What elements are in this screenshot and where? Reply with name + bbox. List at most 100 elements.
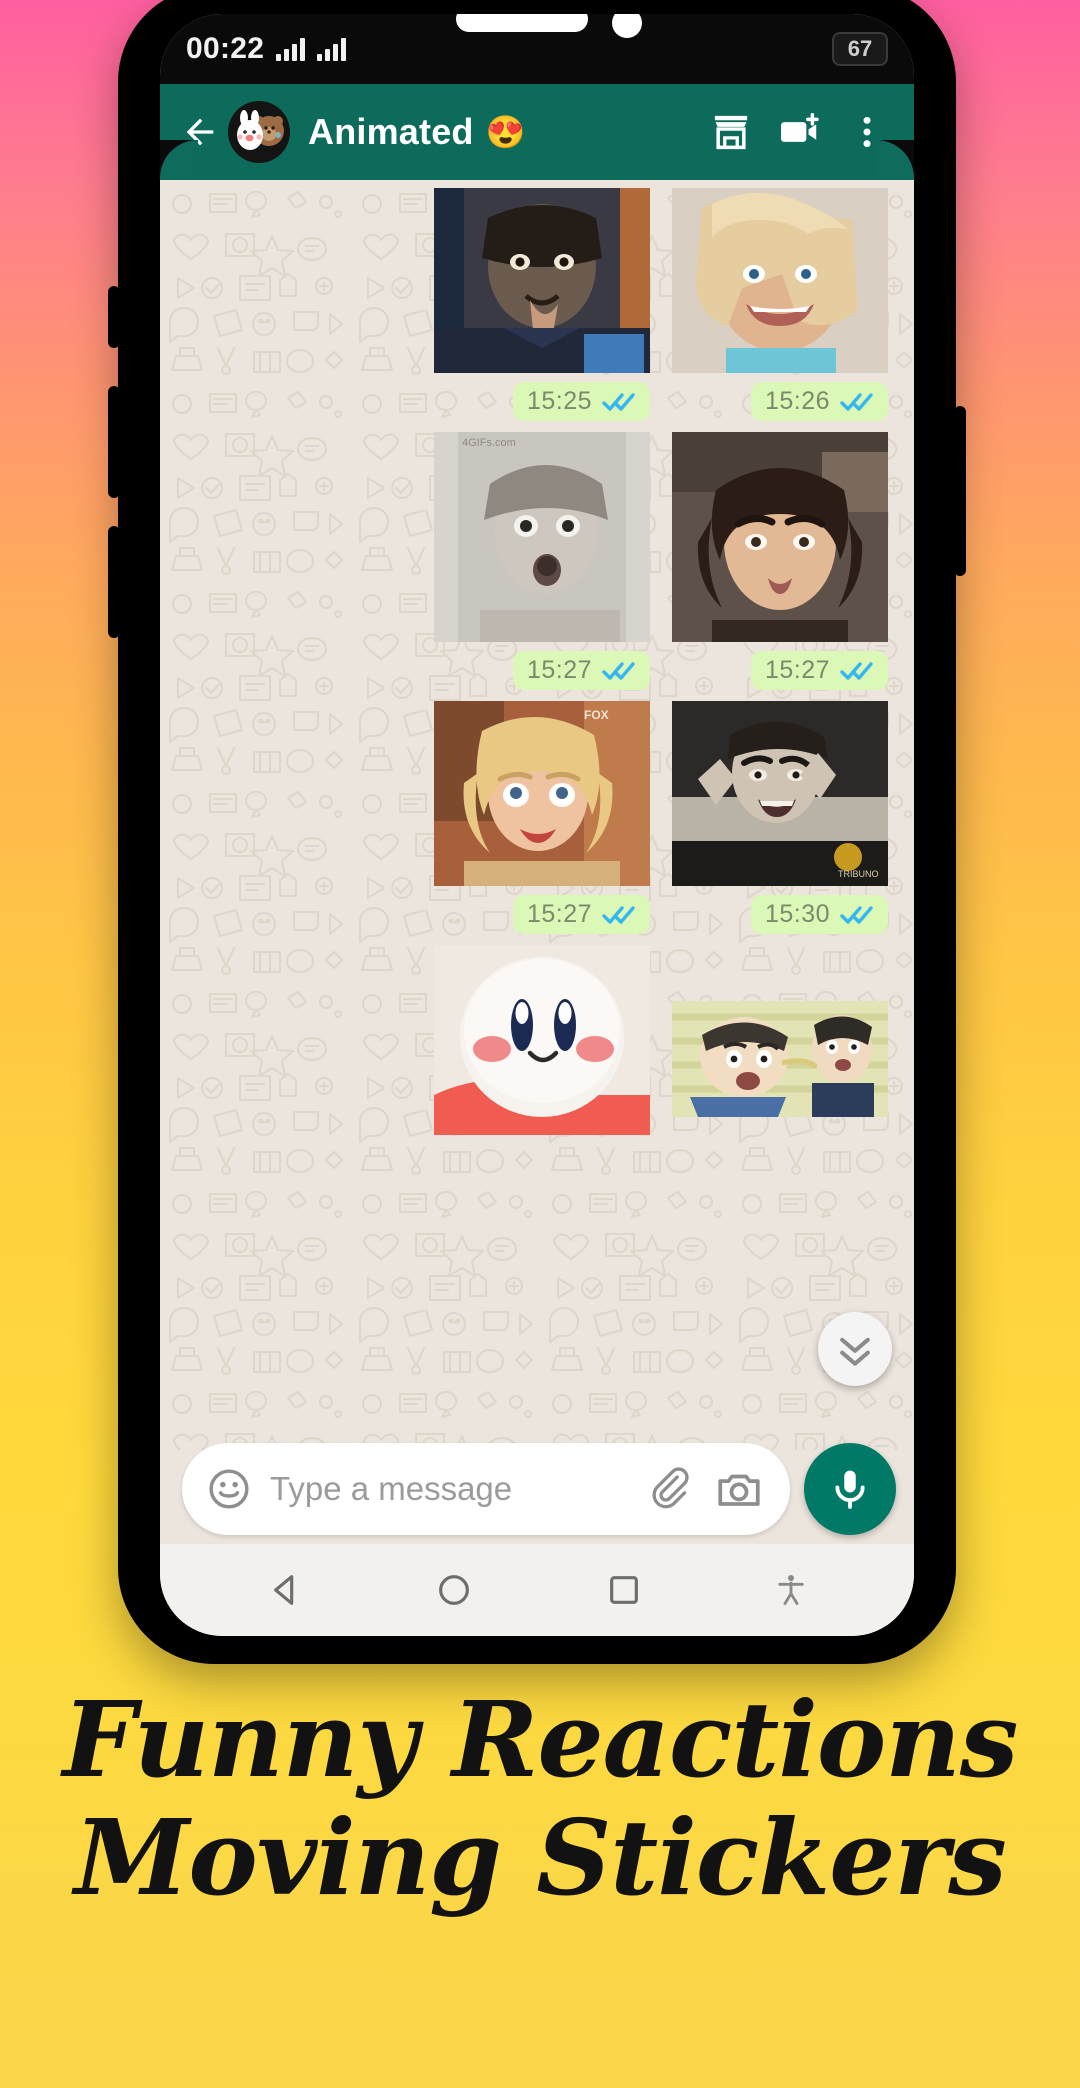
sticker-woman-shaking-head[interactable]: [672, 188, 888, 373]
message-cell[interactable]: 15:25: [434, 188, 650, 432]
message-cell[interactable]: 15:26: [672, 188, 888, 432]
message-meta: 15:26: [750, 382, 888, 421]
message-timestamp: 15:27: [526, 656, 592, 684]
video-call-button[interactable]: [770, 103, 828, 161]
speaker-pill-notch: [456, 14, 588, 32]
screen-corner-left: [160, 140, 198, 178]
nav-accessibility-icon: [778, 1575, 804, 1605]
message-cell[interactable]: 15:27: [672, 432, 888, 701]
status-bar-right: 67: [832, 32, 888, 66]
nav-accessibility-button[interactable]: [773, 1572, 809, 1608]
sticker-image: [672, 188, 888, 373]
scroll-to-bottom-button[interactable]: [818, 1312, 892, 1386]
signal-bars-icon: [276, 37, 306, 61]
sticker-man-licking-fingers[interactable]: [434, 188, 650, 373]
promo-screenshot: 00:22 67 Animated 😍 15:25 15:26 4GIFs.co…: [0, 0, 1080, 2088]
sticker-surprised-girl[interactable]: 4GIFs.com: [434, 432, 650, 642]
promo-text-block: Funny Reactions Moving Stickers: [0, 1678, 1080, 1920]
voice-record-button[interactable]: [804, 1443, 896, 1535]
sticker-angry-kid[interactable]: TRIBUNO: [672, 701, 888, 886]
emoji-smiley-icon: [209, 1469, 249, 1509]
chat-title-wrap[interactable]: Animated 😍: [308, 111, 702, 153]
message-cell[interactable]: 4GIFs.com 15:27: [434, 432, 650, 701]
message-row: 4GIFs.com 15:27 15:27: [186, 432, 888, 701]
avatar-image: [228, 101, 290, 163]
phone-power-button: [954, 406, 966, 576]
message-meta: 15:27: [512, 651, 650, 690]
heart-eyes-emoji-icon: 😍: [485, 114, 526, 150]
message-composer: Type a message: [160, 1434, 914, 1544]
avatar[interactable]: [228, 101, 290, 163]
read-receipt-double-check-icon: [602, 392, 635, 411]
sticker-image: [434, 945, 650, 1135]
sticker-unimpressed-woman[interactable]: [672, 432, 888, 642]
camera-button[interactable]: [714, 1464, 764, 1514]
phone-volume-down-button: [108, 526, 120, 638]
signal-bars-icon-2: [317, 37, 347, 61]
message-timestamp: 15:30: [764, 900, 830, 928]
message-row: [186, 945, 888, 1135]
phone-side-button: [108, 286, 120, 348]
phone-screen: 00:22 67 Animated 😍 15:25 15:26 4GIFs.co…: [160, 14, 914, 1636]
sticker-image: [672, 432, 888, 642]
message-cell[interactable]: TRIBUNO 15:30: [672, 701, 888, 945]
chat-app-bar: Animated 😍: [160, 84, 914, 180]
sticker-store-icon: [714, 115, 748, 150]
sticker-image: TRIBUNO: [672, 701, 888, 886]
read-receipt-double-check-icon: [840, 905, 873, 924]
message-timestamp: 15:26: [764, 387, 830, 415]
status-bar-left: 00:22: [186, 32, 347, 66]
composer-pill[interactable]: Type a message: [182, 1443, 790, 1535]
message-row: 15:25 15:26: [186, 188, 888, 432]
emoji-button[interactable]: [206, 1466, 252, 1512]
status-bar: 00:22 67: [160, 14, 914, 84]
message-meta: 15:30: [750, 895, 888, 934]
promo-headline-line-2: Moving Stickers: [74, 1796, 1007, 1920]
read-receipt-double-check-icon: [840, 661, 873, 680]
battery-indicator: 67: [832, 32, 888, 66]
svg-text:TRIBUNO: TRIBUNO: [838, 869, 879, 879]
phone-volume-up-button: [108, 386, 120, 498]
sticker-eye-roll-blonde[interactable]: FOX: [434, 701, 650, 886]
screen-corner-right: [876, 140, 914, 178]
sticker-anime-shocked[interactable]: [672, 1001, 888, 1117]
nav-home-button[interactable]: [434, 1570, 474, 1610]
message-meta: 15:25: [512, 382, 650, 421]
message-input[interactable]: Type a message: [270, 1470, 630, 1508]
message-timestamp: 15:27: [764, 656, 830, 684]
message-timestamp: 15:25: [526, 387, 592, 415]
attach-button[interactable]: [648, 1465, 696, 1513]
camera-icon: [718, 1474, 760, 1506]
read-receipt-double-check-icon: [602, 661, 635, 680]
double-chevron-down-icon: [840, 1337, 870, 1366]
sticker-image: [434, 188, 650, 373]
sticker-watermark: FOX: [584, 708, 609, 722]
sticker-image: FOX: [434, 701, 650, 886]
sticker-image: [672, 1001, 888, 1117]
app-bar-actions: [702, 103, 896, 161]
nav-back-triangle-icon: [273, 1575, 293, 1605]
message-meta: 15:27: [512, 895, 650, 934]
message-timestamp: 15:27: [526, 900, 592, 928]
front-camera-notch: [612, 14, 642, 38]
message-cell[interactable]: [672, 945, 888, 1135]
nav-recents-button[interactable]: [604, 1570, 644, 1610]
status-clock: 00:22: [186, 32, 265, 65]
sticker-image: 4GIFs.com: [434, 432, 650, 642]
nav-home-circle-icon: [439, 1575, 470, 1605]
messages-container: 15:25 15:26 4GIFs.com 15:27 15:27 FOX 15…: [160, 180, 914, 1450]
chat-message-list[interactable]: 15:25 15:26 4GIFs.com 15:27 15:27 FOX 15…: [160, 180, 914, 1450]
message-cell[interactable]: [434, 945, 650, 1135]
sticker-store-button[interactable]: [702, 103, 760, 161]
promo-headline-line-1: Funny Reactions: [62, 1678, 1019, 1801]
video-call-add-icon: [781, 113, 819, 142]
android-nav-bar: [160, 1544, 914, 1636]
phone-mockup: 00:22 67 Animated 😍 15:25 15:26 4GIFs.co…: [108, 0, 966, 1664]
nav-recents-square-icon: [609, 1576, 638, 1604]
sticker-kirby-plush[interactable]: [434, 945, 650, 1135]
nav-back-button[interactable]: [265, 1570, 305, 1610]
paperclip-icon: [652, 1467, 689, 1509]
message-meta: 15:27: [750, 651, 888, 690]
message-cell[interactable]: FOX 15:27: [434, 701, 650, 945]
page-title: Animated: [308, 111, 474, 152]
